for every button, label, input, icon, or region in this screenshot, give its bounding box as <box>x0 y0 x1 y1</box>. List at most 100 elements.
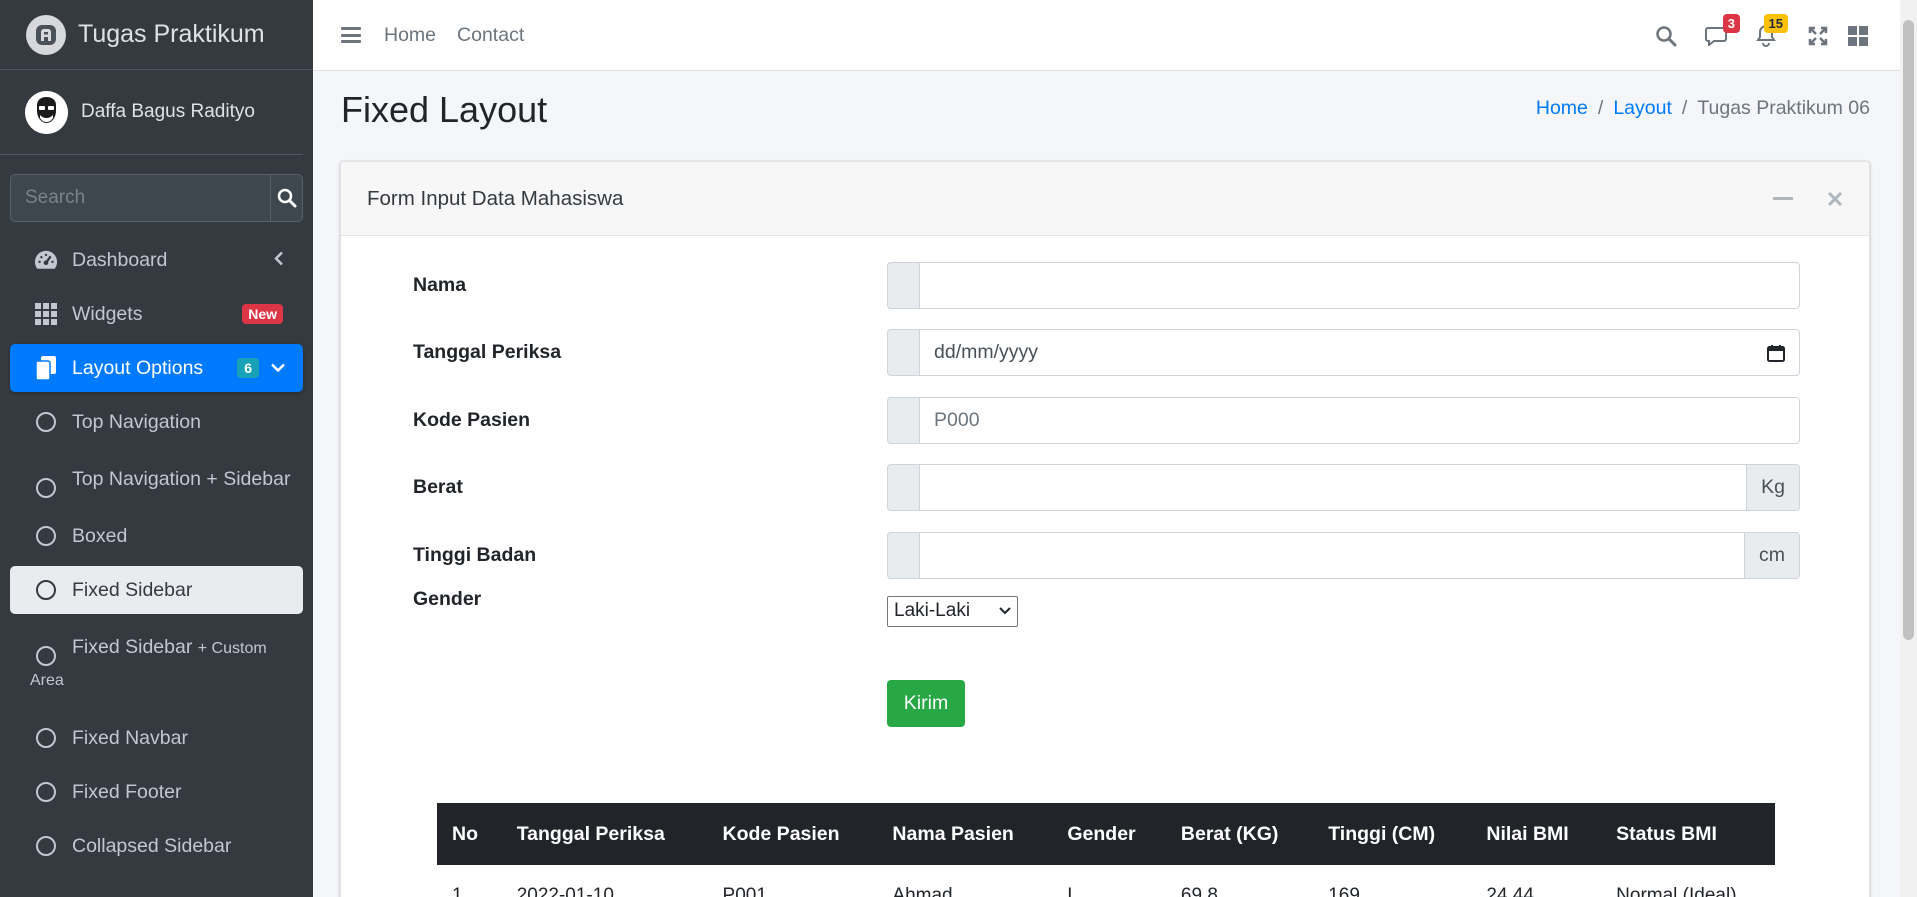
sidebar-item-label: Fixed Footer <box>72 780 182 803</box>
nav-link-home[interactable]: Home <box>384 24 436 47</box>
date-placeholder: dd/mm/yyyy <box>934 341 1039 363</box>
messages-icon[interactable]: 3 <box>1704 13 1740 48</box>
user-panel[interactable]: Daffa Bagus Radityo <box>0 70 303 155</box>
table-cell: Ahmad <box>892 885 953 897</box>
search-icon[interactable] <box>1654 24 1678 48</box>
breadcrumb-layout[interactable]: Layout <box>1613 97 1672 120</box>
berat-unit: Kg <box>1747 464 1800 511</box>
tanggal-input[interactable]: dd/mm/yyyy <box>919 329 1800 376</box>
breadcrumb-separator: / <box>1681 97 1688 119</box>
circle-icon <box>34 780 58 804</box>
count-badge: 6 <box>237 358 259 378</box>
circle-icon <box>34 476 58 500</box>
brand-link[interactable]: Tugas Praktikum <box>0 0 313 70</box>
sidebar-item-label: Widgets <box>72 302 143 325</box>
column-header: Status BMI <box>1601 803 1775 865</box>
tanggal-label: Tanggal Periksa <box>413 341 562 363</box>
sidebar-item-label: Top Navigation <box>72 410 201 433</box>
search-icon <box>277 188 296 208</box>
notifications-badge: 15 <box>1763 13 1788 33</box>
close-icon <box>1827 191 1843 207</box>
card-title: Form Input Data Mahasiswa <box>367 186 624 210</box>
kode-placeholder: P000 <box>934 409 980 431</box>
circle-icon <box>34 524 58 548</box>
nama-input-group <box>887 262 1800 309</box>
column-header: Tanggal Periksa <box>501 803 708 865</box>
brand-text: Tugas Praktikum <box>78 20 265 48</box>
berat-input-group: Kg <box>887 464 1800 511</box>
card-header: Form Input Data Mahasiswa <box>341 162 1869 236</box>
sidebar-item-fixed-navbar[interactable]: Fixed Navbar <box>10 714 303 762</box>
sidebar-item-layout-options[interactable]: Layout Options 6 <box>10 344 303 392</box>
collapse-button[interactable] <box>1773 197 1793 201</box>
table-cell: 2022-01-10 <box>516 885 614 897</box>
page-scrollbar[interactable] <box>1900 0 1917 897</box>
sidebar-item-boxed[interactable]: Boxed <box>10 512 303 560</box>
tachometer-icon <box>34 248 58 272</box>
scrollbar-thumb[interactable] <box>1903 20 1914 640</box>
nav-link-contact[interactable]: Contact <box>457 24 524 47</box>
search-button[interactable] <box>270 174 303 222</box>
main-sidebar: Tugas Praktikum Daffa Bagus Radityo Dash… <box>0 0 313 897</box>
column-header: No <box>437 803 502 865</box>
sidebar-item-fixed-footer[interactable]: Fixed Footer <box>10 768 303 816</box>
form-row-tinggi: Tinggi Badan cm <box>413 532 1803 579</box>
control-sidebar-icon[interactable] <box>1846 24 1870 48</box>
chevron-down-icon <box>999 607 1011 615</box>
hamburger-icon[interactable] <box>341 25 361 45</box>
kode-input[interactable]: P000 <box>919 397 1800 444</box>
sidebar-item-top-navigation[interactable]: Top Navigation <box>10 398 303 446</box>
breadcrumb-separator: / <box>1597 97 1604 119</box>
gender-label: Gender <box>413 588 482 610</box>
bell-icon[interactable]: 15 <box>1754 13 1788 48</box>
page-title: Fixed Layout <box>341 89 548 130</box>
berat-label: Berat <box>413 476 463 498</box>
sidebar-item-label: Fixed Navbar <box>72 726 188 749</box>
close-button[interactable] <box>1827 191 1843 207</box>
copy-icon <box>34 356 58 380</box>
breadcrumb: Home / Layout / Tugas Praktikum 06 <box>1536 97 1870 120</box>
form-row-berat: Berat Kg <box>413 464 1803 511</box>
column-header: Kode Pasien <box>707 803 878 865</box>
form-row-gender: Gender Laki-Laki <box>413 582 1803 627</box>
sidebar-item-label: Boxed <box>72 524 128 547</box>
tinggi-input[interactable] <box>919 532 1745 579</box>
sidebar-item-dashboard[interactable]: Dashboard <box>10 236 303 284</box>
sidebar-item-widgets[interactable]: Widgets New <box>10 290 303 338</box>
column-header: Gender <box>1052 803 1166 865</box>
kode-input-group: P000 <box>887 397 1800 444</box>
sidebar-item-top-nav-sidebar[interactable]: Top Navigation + Sidebar <box>10 452 303 506</box>
chevron-left-icon <box>273 249 285 272</box>
table-cell: Normal (Ideal) <box>1616 885 1737 897</box>
sidebar-item-label: Collapsed Sidebar <box>72 834 232 857</box>
breadcrumb-home[interactable]: Home <box>1536 97 1588 120</box>
sidebar-item-fixed-sidebar-custom[interactable]: Fixed Sidebar + Custom Area <box>10 620 303 708</box>
submit-button[interactable]: Kirim <box>887 680 965 727</box>
input-prepend <box>887 464 919 511</box>
input-prepend <box>887 532 919 579</box>
sidebar-item-fixed-sidebar[interactable]: Fixed Sidebar <box>10 566 303 614</box>
sidebar-search <box>10 174 303 222</box>
sidebar-nav: Dashboard Widgets New Layout Options 6 T… <box>0 236 313 870</box>
sidebar-item-collapsed-sidebar[interactable]: Collapsed Sidebar <box>10 822 303 870</box>
tinggi-unit: cm <box>1745 532 1800 579</box>
berat-input[interactable] <box>919 464 1748 511</box>
nama-input[interactable] <box>919 262 1800 309</box>
form-row-nama: Nama <box>413 262 1803 309</box>
calendar-icon[interactable] <box>1767 344 1785 362</box>
gender-select[interactable]: Laki-Laki <box>887 595 1018 627</box>
circle-icon <box>34 726 58 750</box>
search-input[interactable] <box>10 174 270 222</box>
tanggal-input-group: dd/mm/yyyy <box>887 329 1800 376</box>
user-name[interactable]: Daffa Bagus Radityo <box>81 101 255 123</box>
expand-icon[interactable] <box>1806 24 1830 48</box>
chevron-down-icon <box>271 357 285 380</box>
grid-icon <box>34 302 58 326</box>
column-header: Nama Pasien <box>877 803 1053 865</box>
top-navbar: Home Contact 3 15 <box>313 0 1900 71</box>
avatar <box>25 90 68 134</box>
sidebar-item-label: Dashboard <box>72 248 168 271</box>
card-tools <box>1739 162 1843 236</box>
minus-icon <box>1773 197 1793 200</box>
nama-label: Nama <box>413 274 467 296</box>
